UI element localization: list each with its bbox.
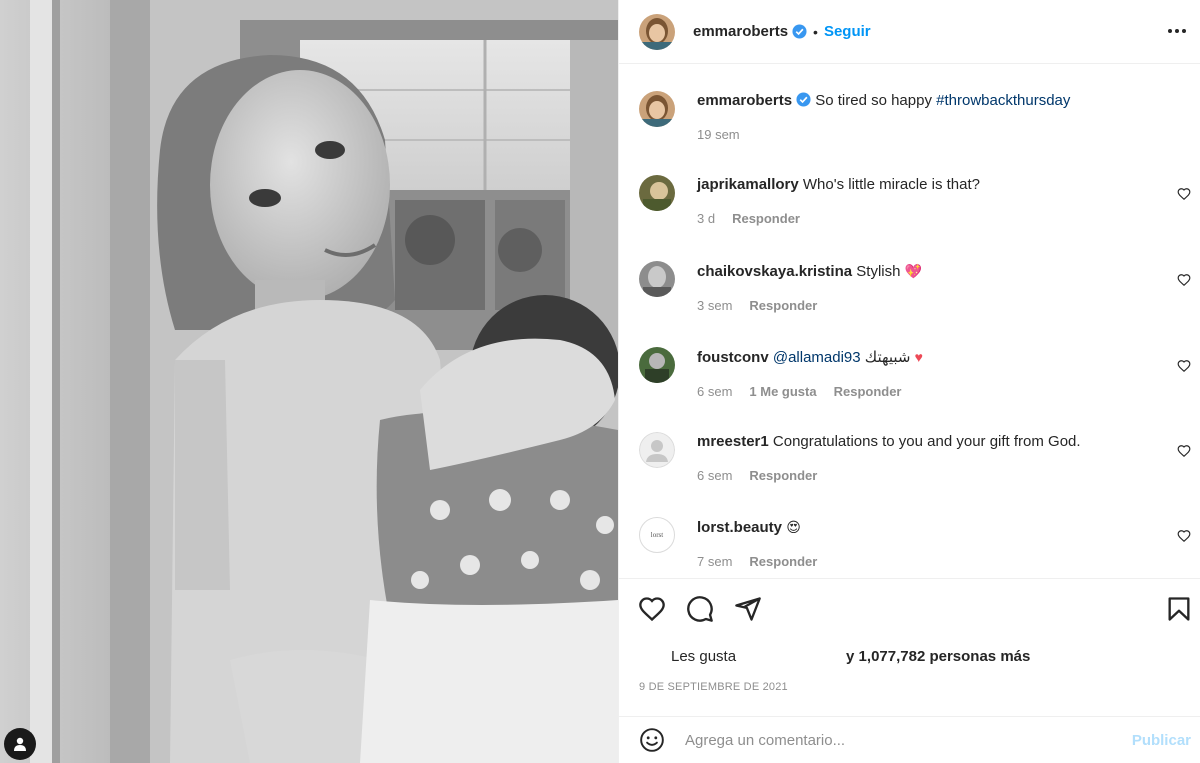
caption-avatar-image	[639, 91, 675, 127]
heart-icon[interactable]	[638, 595, 666, 623]
comment-username[interactable]: chaikovskaya.kristina	[697, 263, 852, 280]
comments-list[interactable]: emmaroberts So tired so happy #throwback…	[619, 65, 1200, 578]
author-avatar[interactable]	[639, 13, 675, 50]
comment-time[interactable]: 6 sem	[697, 468, 732, 483]
add-comment-bar: Publicar	[619, 716, 1200, 763]
comment-username[interactable]: foustconv	[697, 349, 769, 366]
more-options-button[interactable]	[1165, 19, 1189, 43]
reply-button[interactable]: Responder	[749, 298, 817, 313]
comment-time[interactable]: 3 d	[697, 211, 715, 226]
comment-item: foustconv @allamadi93 شبيهتك ♥ 6 sem 1 M…	[639, 347, 1191, 407]
comment-emoji: 💖	[904, 263, 923, 279]
reply-button[interactable]: Responder	[749, 468, 817, 483]
post-header: emmaroberts • Seguir	[619, 0, 1200, 64]
commenter-avatar-image	[639, 175, 675, 211]
caption-username[interactable]: emmaroberts	[697, 92, 792, 109]
post-image	[0, 0, 618, 763]
comment-like-heart-icon[interactable]	[1177, 529, 1191, 543]
comment-username[interactable]: mreester1	[697, 433, 769, 450]
comment-emoji: ♥	[914, 349, 923, 365]
commenter-avatar-image	[639, 347, 675, 383]
comment-time[interactable]: 3 sem	[697, 298, 732, 313]
caption-avatar[interactable]	[639, 91, 675, 127]
comment-like-heart-icon[interactable]	[1177, 273, 1191, 287]
commenter-avatar[interactable]	[639, 347, 675, 383]
separator-dot: •	[813, 23, 818, 40]
comment-item: mreester1 Congratulations to you and you…	[639, 432, 1191, 492]
commenter-avatar[interactable]	[639, 432, 675, 468]
comment-time[interactable]: 7 sem	[697, 554, 732, 569]
caption-time[interactable]: 19 sem	[697, 127, 740, 142]
user-tag-button[interactable]	[4, 728, 36, 760]
user-tag-icon	[14, 737, 26, 751]
post-details-panel: emmaroberts • Seguir emmaroberts So tire…	[618, 0, 1200, 763]
comment-username[interactable]: japrikamallory	[697, 176, 799, 193]
author-avatar-image	[639, 13, 675, 50]
post-date[interactable]: 9 DE SEPTIEMBRE DE 2021	[639, 681, 788, 693]
likes-prefix: Les gusta	[671, 648, 737, 665]
comment-like-heart-icon[interactable]	[1177, 359, 1191, 373]
bookmark-icon[interactable]	[1165, 595, 1193, 623]
reply-button[interactable]: Responder	[749, 554, 817, 569]
comment-text: Congratulations to you and your gift fro…	[772, 433, 1081, 450]
verified-badge-icon	[792, 24, 807, 39]
post-actions-bar	[619, 578, 1200, 640]
paper-plane-icon[interactable]	[734, 595, 762, 623]
commenter-avatar-image	[639, 261, 675, 297]
likes-count[interactable]: y 1,077,782 personas más	[846, 648, 1030, 665]
lorst-logo-text: lorst	[650, 531, 664, 539]
smiley-icon[interactable]	[639, 727, 665, 753]
comment-text: Who's little miracle is that?	[802, 176, 980, 193]
author-username[interactable]: emmaroberts	[693, 23, 788, 40]
comment-likes-count[interactable]: 1 Me gusta	[749, 384, 816, 399]
caption-text: So tired so happy	[815, 92, 932, 109]
comment-like-heart-icon[interactable]	[1177, 187, 1191, 201]
comment-mention[interactable]: @allamadi93	[773, 349, 861, 366]
post-photo[interactable]	[0, 0, 618, 763]
reply-button[interactable]: Responder	[834, 384, 902, 399]
comment-icon[interactable]	[686, 595, 714, 623]
commenter-avatar[interactable]: lorst	[639, 517, 675, 553]
default-avatar-icon	[639, 432, 675, 468]
caption-hashtag[interactable]: #throwbackthursday	[936, 92, 1070, 109]
comment-like-heart-icon[interactable]	[1177, 444, 1191, 458]
comment-item: lorst lorst.beauty 😍 7 sem Responder	[639, 517, 1191, 577]
commenter-avatar[interactable]	[639, 175, 675, 211]
reply-button[interactable]: Responder	[732, 211, 800, 226]
commenter-avatar[interactable]	[639, 261, 675, 297]
comment-input[interactable]	[685, 731, 1132, 749]
verified-badge-icon	[796, 92, 811, 107]
follow-button[interactable]: Seguir	[824, 23, 871, 40]
comment-text: شبيهتك	[864, 349, 911, 366]
comment-time[interactable]: 6 sem	[697, 384, 732, 399]
comment-item: chaikovskaya.kristina Stylish 💖 3 sem Re…	[639, 261, 1191, 321]
more-options-icon	[1168, 29, 1186, 33]
comment-item: japrikamallory Who's little miracle is t…	[639, 175, 1191, 235]
comment-username[interactable]: lorst.beauty	[697, 519, 782, 536]
likes-summary: Les gusta y 1,077,782 personas más	[671, 648, 1030, 665]
caption-item: emmaroberts So tired so happy #throwback…	[639, 91, 1191, 151]
comment-emoji: 😍	[786, 519, 801, 535]
publish-button[interactable]: Publicar	[1132, 732, 1191, 749]
comment-text: Stylish	[856, 263, 901, 280]
